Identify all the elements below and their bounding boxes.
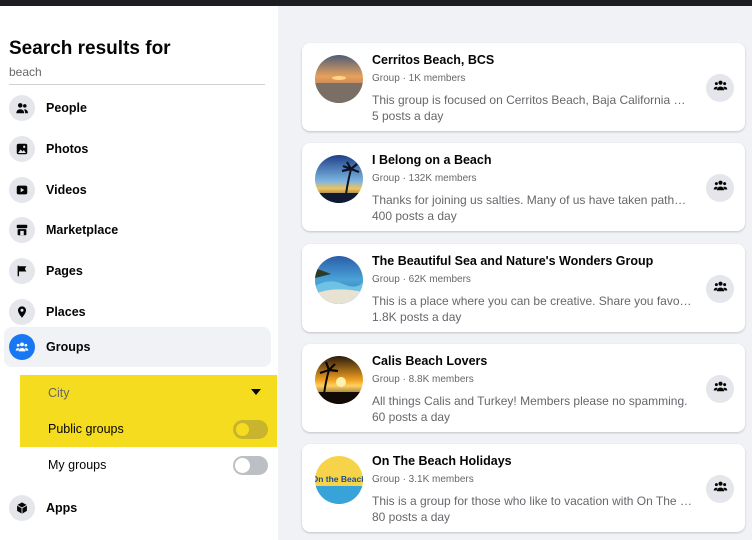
group-avatar[interactable]: On the Beach [315,456,363,504]
group-result-card[interactable]: The Beautiful Sea and Nature's Wonders G… [302,244,745,332]
group-meta: Group · 8.8K members [372,374,474,385]
sidebar-item-label: People [46,101,87,115]
group-description: All things Calis and Turkey! Members ple… [372,394,688,408]
group-activity: 80 posts a day [372,510,451,524]
sidebar-item-label: Groups [46,340,91,354]
group-activity: 1.8K posts a day [372,310,462,324]
groups-icon [713,78,728,98]
join-group-button[interactable] [706,275,734,303]
public-groups-filter: Public groups [20,411,277,447]
pin-icon [9,299,35,325]
city-filter-label: City [48,386,70,400]
group-result-card[interactable]: On the Beach On The Beach Holidays Group… [302,444,745,532]
join-group-button[interactable] [706,375,734,403]
results-feed: Cerritos Beach, BCS Group · 1K members T… [278,6,752,540]
group-description: This is a group for those who like to va… [372,494,692,508]
group-result-card[interactable]: Calis Beach Lovers Group · 8.8K members … [302,344,745,432]
public-groups-label: Public groups [48,422,124,436]
sidebar-item-label: Places [46,305,86,319]
sidebar-item-label: Apps [46,501,78,515]
sidebar-item-videos[interactable]: Videos [4,170,271,210]
group-meta: Group · 1K members [372,73,466,84]
group-meta: Group · 62K members [372,274,471,285]
marketplace-icon [9,217,35,243]
group-activity: 60 posts a day [372,410,451,424]
group-title[interactable]: The Beautiful Sea and Nature's Wonders G… [372,254,653,268]
join-group-button[interactable] [706,174,734,202]
people-icon [9,95,35,121]
join-group-button[interactable] [706,74,734,102]
group-title[interactable]: I Belong on a Beach [372,153,491,167]
group-meta: Group · 132K members [372,173,477,184]
divider [9,84,265,85]
photos-icon [9,136,35,162]
sidebar-item-photos[interactable]: Photos [4,129,271,169]
my-groups-toggle[interactable] [233,456,268,475]
sidebar-item-apps[interactable]: Apps [4,488,271,528]
group-title[interactable]: On The Beach Holidays [372,454,512,468]
groups-icon [713,379,728,399]
caret-down-icon [251,389,261,395]
groups-icon [9,334,35,360]
on-the-beach-logo: On the Beach [315,456,363,504]
page-title: Search results for [9,38,171,59]
toggle-knob [235,458,250,473]
sidebar-item-groups[interactable]: Groups [4,327,271,367]
join-group-button[interactable] [706,475,734,503]
groups-icon [713,479,728,499]
sidebar: Search results for beach People Photos V… [0,6,278,540]
my-groups-filter: My groups [20,447,277,483]
group-result-card[interactable]: Cerritos Beach, BCS Group · 1K members T… [302,43,745,131]
sidebar-item-marketplace[interactable]: Marketplace [4,210,271,250]
toggle-knob [235,422,250,437]
group-activity: 5 posts a day [372,109,444,123]
sidebar-item-people[interactable]: People [4,88,271,128]
public-groups-toggle[interactable] [233,420,268,439]
sidebar-item-label: Marketplace [46,223,119,237]
my-groups-label: My groups [48,458,107,472]
group-description: This is a place where you can be creativ… [372,294,692,308]
sidebar-item-label: Videos [46,183,87,197]
sidebar-item-label: Pages [46,264,83,278]
sidebar-item-label: Photos [46,142,89,156]
group-description: Thanks for joining us salties. Many of u… [372,193,692,207]
group-avatar[interactable] [315,256,363,304]
group-avatar[interactable] [315,55,363,103]
groups-icon [713,279,728,299]
city-filter-dropdown[interactable]: City [20,375,277,411]
group-title[interactable]: Calis Beach Lovers [372,354,487,368]
sidebar-item-places[interactable]: Places [4,292,271,332]
sidebar-item-pages[interactable]: Pages [4,251,271,291]
group-description: This group is focused on Cerritos Beach,… [372,93,692,107]
group-avatar[interactable] [315,356,363,404]
apps-icon [9,495,35,521]
group-title[interactable]: Cerritos Beach, BCS [372,53,494,67]
videos-icon [9,177,35,203]
groups-icon [713,178,728,198]
flag-icon [9,258,35,284]
group-result-card[interactable]: I Belong on a Beach Group · 132K members… [302,143,745,231]
search-query: beach [9,65,42,79]
group-meta: Group · 3.1K members [372,474,474,485]
logo-text: On the Beach [315,474,363,484]
group-activity: 400 posts a day [372,209,457,223]
group-avatar[interactable] [315,155,363,203]
